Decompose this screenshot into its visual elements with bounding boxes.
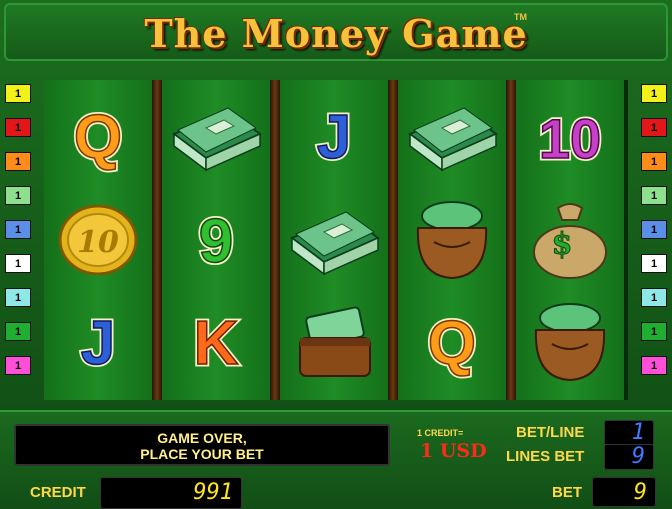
svg-text:J: J [317, 103, 351, 172]
denomination-label: 1 CREDIT= [417, 428, 464, 438]
status-line-1: GAME OVER, [157, 430, 247, 446]
status-message: GAME OVER, PLACE YOUR BET [14, 424, 390, 466]
svg-text:Q: Q [74, 103, 122, 172]
line-button-left-2[interactable]: 1 [5, 118, 31, 137]
reel-divider [270, 80, 280, 400]
reel-divider [506, 80, 516, 400]
line-button-right-2[interactable]: 1 [641, 118, 667, 137]
cash-stack-icon [280, 190, 388, 290]
dollar-sack-icon: $ [516, 190, 624, 290]
lines-bet-label: LINES BET [506, 448, 585, 465]
line-button-left-9[interactable]: 1 [5, 356, 31, 375]
bet-per-line-display[interactable]: 1 [604, 420, 654, 446]
credit-label: CREDIT [30, 484, 86, 501]
line-button-right-5[interactable]: 1 [641, 220, 667, 239]
symbol-q: QQ [398, 292, 506, 392]
line-button-right-1[interactable]: 1 [641, 84, 667, 103]
line-button-left-6[interactable]: 1 [5, 254, 31, 273]
line-button-left-3[interactable]: 1 [5, 152, 31, 171]
line-button-right-3[interactable]: 1 [641, 152, 667, 171]
cash-stack-icon [398, 86, 506, 186]
wallet-icon [280, 292, 388, 392]
bet-per-line-label: BET/LINE [516, 424, 585, 441]
symbol-k: KK [162, 292, 270, 392]
symbol-j: JJ [280, 86, 388, 186]
bet-display: 9 [592, 477, 656, 507]
lines-bet-display[interactable]: 9 [604, 444, 654, 470]
symbol-9: 99 [162, 190, 270, 290]
reel-area: Q Q 10 J J 9 9 K K J J Q Q 10 10 $ [44, 80, 628, 400]
money-bag-icon [398, 190, 506, 290]
svg-text:$: $ [552, 227, 573, 262]
symbol-j: JJ [44, 292, 152, 392]
line-button-right-9[interactable]: 1 [641, 356, 667, 375]
trademark: TM [514, 12, 527, 22]
status-line-2: PLACE YOUR BET [140, 446, 264, 462]
line-button-right-8[interactable]: 1 [641, 322, 667, 341]
svg-text:10: 10 [77, 225, 119, 260]
svg-text:K: K [194, 309, 239, 378]
money-bag-icon [516, 292, 624, 392]
line-button-left-1[interactable]: 1 [5, 84, 31, 103]
line-button-right-4[interactable]: 1 [641, 186, 667, 205]
svg-text:9: 9 [199, 207, 233, 276]
symbol-10: 10 10 [516, 86, 624, 186]
line-button-left-5[interactable]: 1 [5, 220, 31, 239]
line-button-right-6[interactable]: 1 [641, 254, 667, 273]
svg-text:Q: Q [428, 309, 476, 378]
denomination-value[interactable]: 1 USD [420, 440, 487, 462]
symbol-q: QQ [44, 86, 152, 186]
line-button-left-7[interactable]: 1 [5, 288, 31, 307]
line-button-right-7[interactable]: 1 [641, 288, 667, 307]
svg-text:J: J [81, 309, 115, 378]
coin-10-symbol: 10 [44, 190, 152, 290]
bet-label: BET [552, 484, 582, 501]
cash-stack-icon [162, 86, 270, 186]
title-banner: The Money Game TM [4, 3, 668, 61]
reel-divider [152, 80, 162, 400]
svg-text:10: 10 [539, 107, 601, 170]
reel-divider [388, 80, 398, 400]
credit-display: 991 [100, 477, 242, 509]
game-title: The Money Game [144, 11, 528, 56]
line-button-left-8[interactable]: 1 [5, 322, 31, 341]
line-button-left-4[interactable]: 1 [5, 186, 31, 205]
